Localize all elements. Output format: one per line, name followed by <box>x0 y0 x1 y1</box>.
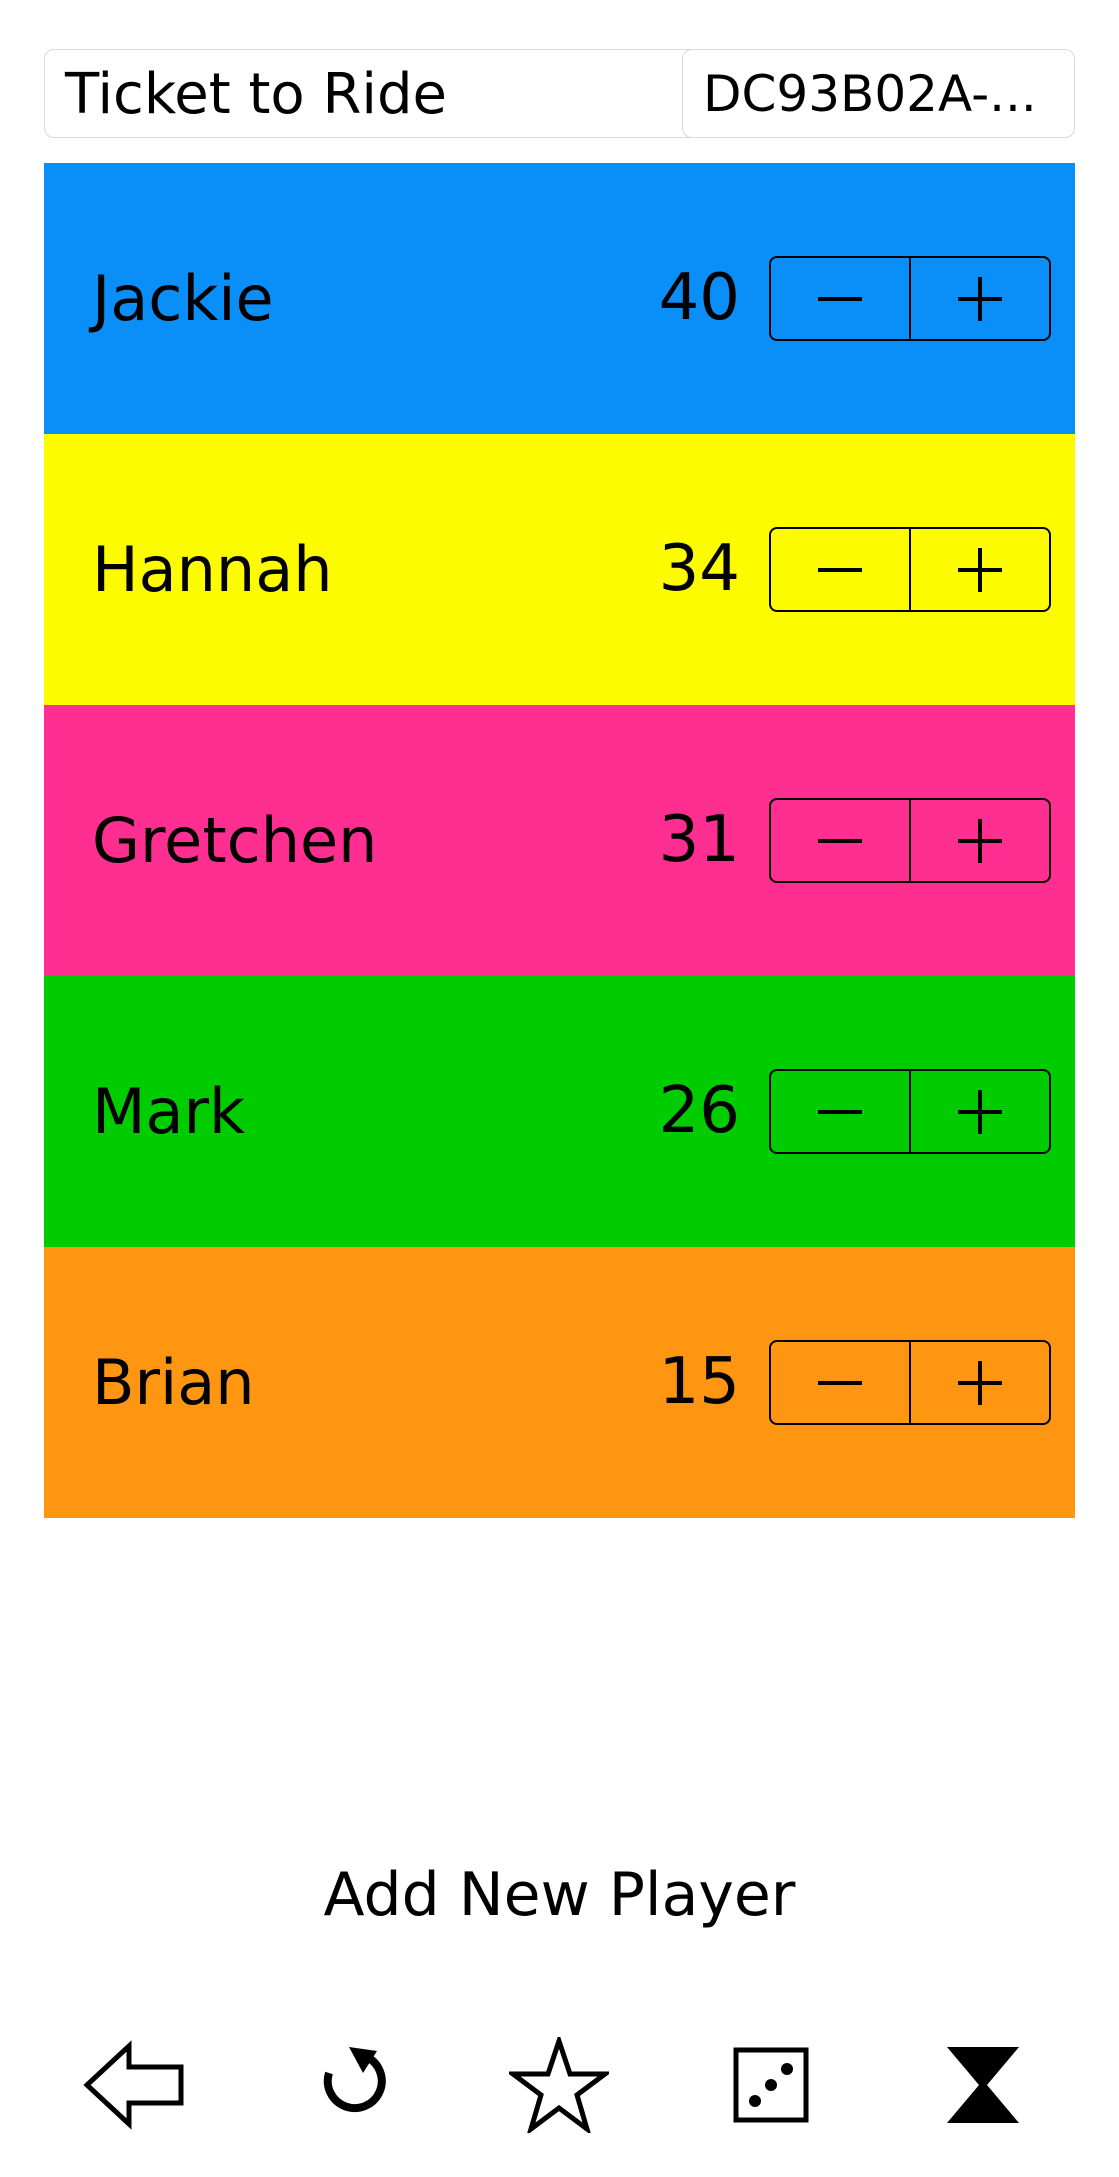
plus-icon <box>958 1089 1002 1134</box>
decrement-button[interactable] <box>771 529 909 610</box>
undo-icon <box>323 2047 386 2113</box>
player-score: 34 <box>658 532 740 606</box>
plus-icon <box>958 276 1002 321</box>
increment-button[interactable] <box>909 529 1049 610</box>
scoreboard-screen: Ticket to Ride DC93B02A-... Jackie 40 Ha… <box>0 0 1119 2177</box>
score-stepper <box>769 1340 1051 1425</box>
increment-button[interactable] <box>909 1071 1049 1152</box>
favorite-button[interactable] <box>504 2030 614 2140</box>
game-name-field[interactable]: Ticket to Ride <box>44 49 744 138</box>
increment-button[interactable] <box>909 1342 1049 1423</box>
player-name[interactable]: Mark <box>92 976 245 1247</box>
score-stepper <box>769 1069 1051 1154</box>
plus-icon <box>958 547 1002 592</box>
decrement-button[interactable] <box>771 1071 909 1152</box>
undo-button[interactable] <box>292 2030 402 2140</box>
plus-icon <box>958 818 1002 863</box>
score-stepper <box>769 798 1051 883</box>
back-arrow-icon <box>83 2040 184 2130</box>
hourglass-icon <box>947 2047 1019 2123</box>
decrement-button[interactable] <box>771 258 909 339</box>
bottom-toolbar <box>0 2030 1119 2140</box>
player-row-hannah[interactable]: Hannah 34 <box>44 434 1075 705</box>
player-name[interactable]: Jackie <box>92 163 274 434</box>
player-row-jackie[interactable]: Jackie 40 <box>44 163 1075 434</box>
star-icon <box>509 2037 609 2133</box>
player-score: 26 <box>658 1074 740 1148</box>
player-list: Jackie 40 Hannah 34 Gretchen 31 Mark 26 … <box>44 163 1075 1518</box>
score-stepper <box>769 527 1051 612</box>
timer-button[interactable] <box>928 2030 1038 2140</box>
minus-icon <box>818 567 862 572</box>
add-new-player-button[interactable]: Add New Player <box>0 1855 1119 1935</box>
player-name[interactable]: Brian <box>92 1247 255 1518</box>
decrement-button[interactable] <box>771 1342 909 1423</box>
player-row-brian[interactable]: Brian 15 <box>44 1247 1075 1518</box>
header: Ticket to Ride DC93B02A-... <box>44 49 1075 138</box>
minus-icon <box>818 1380 862 1385</box>
plus-icon <box>958 1360 1002 1405</box>
player-row-mark[interactable]: Mark 26 <box>44 976 1075 1247</box>
increment-button[interactable] <box>909 800 1049 881</box>
back-button[interactable] <box>80 2030 190 2140</box>
decrement-button[interactable] <box>771 800 909 881</box>
game-id-field[interactable]: DC93B02A-... <box>682 49 1075 138</box>
minus-icon <box>818 1109 862 1114</box>
player-row-gretchen[interactable]: Gretchen 31 <box>44 705 1075 976</box>
dice-button[interactable] <box>716 2030 826 2140</box>
score-stepper <box>769 256 1051 341</box>
player-score: 40 <box>658 261 740 335</box>
player-score: 31 <box>658 803 740 877</box>
minus-icon <box>818 296 862 301</box>
player-score: 15 <box>658 1345 740 1419</box>
player-name[interactable]: Hannah <box>92 434 333 705</box>
minus-icon <box>818 838 862 843</box>
increment-button[interactable] <box>909 258 1049 339</box>
dice-icon <box>733 2047 809 2123</box>
player-name[interactable]: Gretchen <box>92 705 377 976</box>
